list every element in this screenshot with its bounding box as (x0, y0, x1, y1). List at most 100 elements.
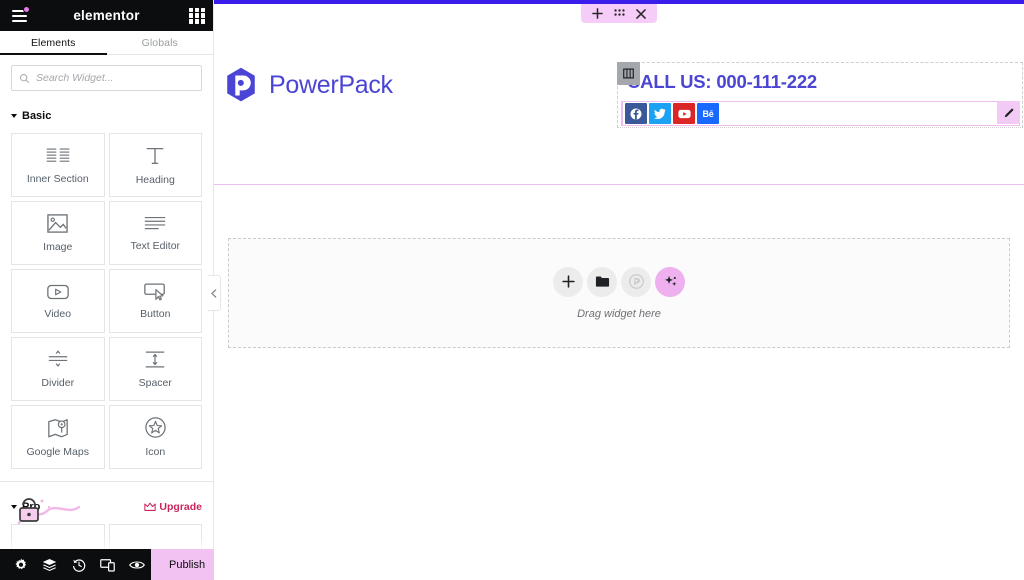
widget-label: Video (44, 307, 72, 320)
add-section-button[interactable] (592, 8, 603, 19)
widget-label: Divider (41, 377, 75, 389)
panel-brand-title: elementor (73, 8, 140, 23)
widget-divider[interactable]: Divider (11, 337, 105, 401)
widget-label: Text Editor (130, 239, 181, 252)
widget-video[interactable]: Video (11, 269, 105, 333)
layers-icon (42, 558, 57, 571)
drag-dots-icon (614, 9, 625, 16)
panel-collapse-handle[interactable] (208, 275, 221, 311)
widget-button[interactable]: Button (108, 269, 202, 333)
widget-label: Icon (145, 446, 166, 458)
footer-icon-group (0, 549, 151, 580)
history-icon (72, 558, 85, 572)
tab-globals[interactable]: Globals (107, 31, 214, 54)
delete-section-button[interactable] (636, 8, 646, 19)
widget-icon[interactable]: Icon (108, 405, 202, 469)
youtube-icon (677, 109, 691, 118)
canvas-column-right[interactable]: CALL US: 000-111-222 Bē (617, 62, 1023, 128)
widget-text-editor[interactable]: Text Editor (108, 201, 202, 265)
powerpack-circle-icon (628, 274, 644, 289)
button-icon (144, 283, 166, 301)
search-widget-wrapper (0, 55, 213, 91)
navigator-button[interactable] (35, 549, 64, 580)
panel-footer-bar: Publish (0, 549, 236, 580)
video-icon (46, 284, 69, 299)
widget-spacer[interactable]: Spacer (108, 337, 202, 401)
sparkle-icon (664, 275, 676, 286)
widget-grid-basic: Inner Section Heading Image Text Editor … (0, 127, 213, 469)
search-box[interactable] (11, 65, 202, 91)
pencil-icon (1004, 107, 1014, 117)
history-button[interactable] (64, 549, 93, 580)
widget-label: Inner Section (26, 172, 89, 185)
ai-builder-button[interactable] (655, 266, 685, 297)
widget-heading[interactable]: Heading (108, 133, 202, 197)
divider-line (0, 481, 213, 482)
widget-pro-locked[interactable] (108, 524, 202, 549)
drag-section-handle[interactable] (614, 9, 625, 18)
settings-button[interactable] (6, 549, 35, 580)
text-editor-icon (145, 216, 166, 229)
powerpack-templates-button[interactable] (621, 266, 651, 297)
tab-elements[interactable]: Elements (0, 31, 107, 55)
google-maps-icon (47, 418, 68, 437)
social-youtube-button[interactable] (673, 103, 695, 124)
elementor-panel: elementor Elements Globals Search Widget… (0, 0, 236, 580)
editor-canvas: PowerPack CALL US: 000-111-222 Bē Drag w… (214, 0, 1024, 580)
canvas-section-header[interactable]: PowerPack CALL US: 000-111-222 Bē (214, 4, 1024, 185)
hamburger-menu-button[interactable] (8, 5, 30, 27)
social-icon-list: Bē (623, 103, 719, 124)
social-facebook-button[interactable] (625, 103, 647, 124)
widget-image[interactable]: Image (11, 201, 105, 265)
panel-scroll-area: Basic Inner Sectio (0, 55, 213, 549)
edit-widget-button[interactable] (997, 101, 1020, 124)
close-icon (636, 8, 646, 19)
powerpack-logo: PowerPack (222, 66, 393, 104)
chevron-left-icon (211, 288, 217, 298)
add-template-button[interactable] (587, 266, 617, 297)
widget-inner-section[interactable]: Inner Section (11, 133, 105, 197)
powerpack-logo-icon (227, 67, 255, 102)
column-icon (623, 68, 634, 79)
widget-label: Spacer (138, 377, 172, 389)
section-toolbar (581, 4, 657, 23)
crown-icon (144, 502, 157, 511)
responsive-mode-button[interactable] (93, 549, 122, 580)
upgrade-link[interactable]: Upgrade (144, 501, 202, 513)
social-twitter-button[interactable] (649, 103, 671, 124)
widget-dropzone[interactable]: Drag widget here (228, 238, 1010, 348)
widget-label: Heading (135, 173, 175, 186)
search-icon (20, 73, 30, 83)
social-icons-widget[interactable]: Bē (621, 101, 1020, 126)
dropzone-label: Drag widget here (577, 307, 661, 320)
search-input[interactable] (36, 72, 194, 84)
category-pro: Pro Upgrade (0, 481, 213, 549)
call-us-heading: CALL US: 000-111-222 (627, 71, 818, 92)
widget-pro-locked[interactable] (11, 524, 105, 549)
column-handle-icon[interactable] (617, 62, 640, 85)
add-new-widget-button[interactable] (553, 266, 583, 297)
category-header-basic[interactable]: Basic (0, 105, 213, 127)
widget-google-maps[interactable]: Google Maps (11, 405, 105, 469)
inner-section-icon (46, 148, 70, 162)
folder-icon (595, 276, 609, 287)
twitter-icon (654, 108, 666, 119)
publish-button[interactable]: Publish (151, 549, 224, 580)
responsive-icon (100, 558, 115, 572)
social-behance-button[interactable]: Bē (697, 103, 719, 124)
upgrade-label: Upgrade (159, 501, 202, 513)
pro-lock-illustration-icon (17, 498, 81, 525)
eye-icon (128, 560, 145, 569)
star-icon (145, 417, 166, 438)
panel-tabs: Elements Globals (0, 31, 213, 55)
widgets-panel-grid-icon[interactable] (189, 7, 205, 24)
widget-label: Google Maps (26, 445, 89, 458)
heading-icon (147, 147, 164, 164)
panel-header: elementor (0, 0, 213, 31)
gear-icon (14, 558, 26, 569)
spacer-icon (146, 351, 165, 368)
elementor-editor: elementor Elements Globals Search Widget… (0, 0, 1024, 580)
preview-button[interactable] (122, 549, 151, 580)
category-title-basic: Basic (11, 110, 51, 122)
powerpack-logo-text: PowerPack (269, 70, 393, 99)
